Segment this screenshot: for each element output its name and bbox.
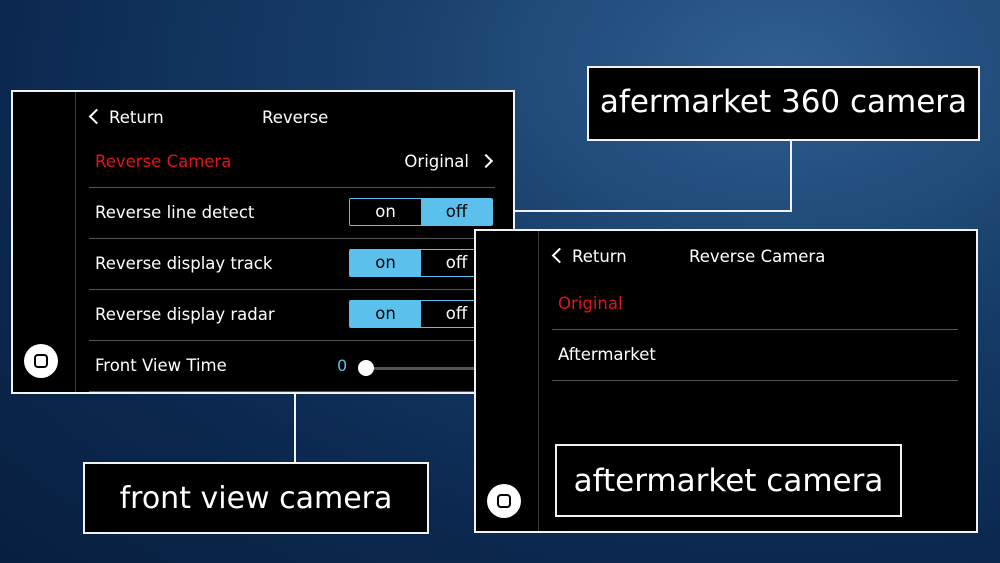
toggle-on-option[interactable]: on: [350, 301, 421, 327]
row-reverse-display-radar: Reverse display radar on off: [89, 291, 495, 341]
chevron-left-icon: [551, 247, 568, 264]
toggle-off-option[interactable]: off: [421, 199, 492, 225]
callout-text: aftermarket camera: [573, 463, 884, 499]
toggle-on-option[interactable]: on: [350, 250, 421, 276]
chevron-left-icon: [88, 108, 105, 125]
reverse-display-track-toggle[interactable]: on off: [349, 249, 493, 277]
reverse-display-radar-label: Reverse display radar: [95, 305, 275, 324]
home-button-icon[interactable]: [24, 344, 58, 378]
front-view-time-label: Front View Time: [95, 356, 227, 375]
chevron-right-icon: [478, 153, 494, 169]
toggle-on-option[interactable]: on: [350, 199, 421, 225]
reverse-display-track-label: Reverse display track: [95, 254, 273, 273]
reverse-line-detect-label: Reverse line detect: [95, 203, 255, 222]
reverse-settings-screen: Return Reverse Reverse Camera Original R…: [11, 90, 515, 394]
connector-360-camera: [500, 141, 792, 212]
page-title: Reverse: [262, 108, 329, 127]
callout-aftermarket-camera: aftermarket camera: [555, 444, 902, 517]
front-view-time-value: 0: [337, 356, 348, 375]
front-view-time-slider-handle[interactable]: [358, 360, 374, 376]
sidebar: [13, 92, 76, 392]
callout-front-view-camera: front view camera: [83, 462, 429, 534]
reverse-line-detect-toggle[interactable]: on off: [349, 198, 493, 226]
sidebar: [476, 231, 539, 531]
row-front-view-time: Front View Time 0: [89, 342, 495, 392]
reverse-camera-value-text: Original: [404, 152, 469, 171]
front-view-time-slider-track[interactable]: [359, 367, 487, 370]
callout-text: afermarket 360 camera: [599, 84, 968, 120]
row-reverse-line-detect: Reverse line detect on off: [89, 189, 495, 239]
row-reverse-display-track: Reverse display track on off: [89, 240, 495, 290]
option-original-label: Original: [558, 294, 623, 313]
reverse-display-radar-toggle[interactable]: on off: [349, 300, 493, 328]
return-button[interactable]: Return: [88, 108, 164, 127]
page-title: Reverse Camera: [689, 247, 826, 266]
row-reverse-camera[interactable]: Reverse Camera Original: [89, 138, 495, 188]
return-button[interactable]: Return: [551, 247, 627, 266]
return-label: Return: [109, 108, 164, 127]
reverse-camera-value[interactable]: Original: [404, 152, 494, 171]
return-label: Return: [572, 247, 627, 266]
home-button-icon[interactable]: [487, 484, 521, 518]
callout-aftermarket-360-camera: afermarket 360 camera: [587, 66, 980, 141]
option-aftermarket-label: Aftermarket: [558, 345, 656, 364]
callout-text: front view camera: [119, 481, 393, 516]
option-aftermarket[interactable]: Aftermarket: [552, 331, 958, 381]
option-original[interactable]: Original: [552, 280, 958, 330]
reverse-camera-label: Reverse Camera: [95, 152, 232, 171]
